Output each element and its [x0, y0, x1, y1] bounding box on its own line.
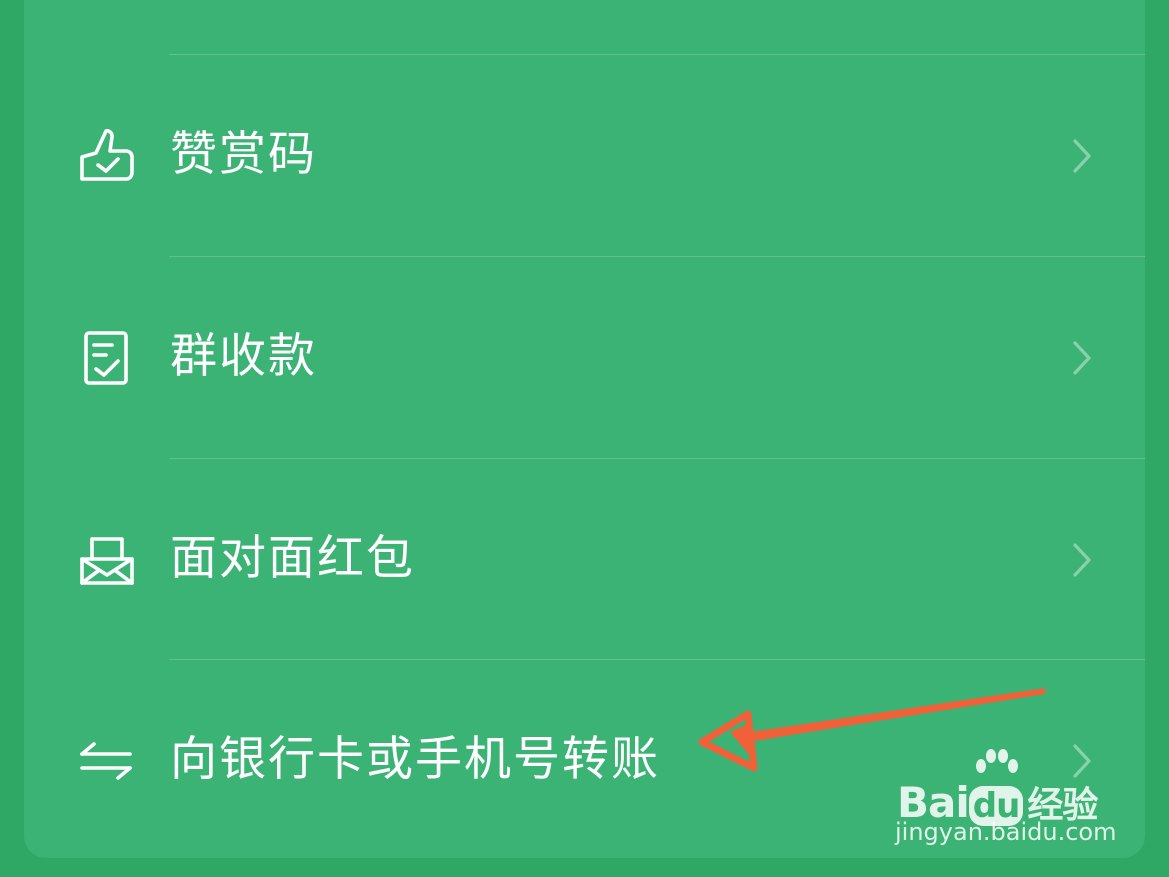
menu-item-label: 面对面红包	[170, 531, 415, 586]
menu-item-label: 赞赏码	[170, 127, 317, 182]
menu-item-face-to-face-red-packet[interactable]: 面对面红包	[24, 459, 1145, 659]
chevron-right-icon	[1071, 339, 1093, 377]
watermark-url: jingyan.baidu.com	[895, 818, 1117, 846]
red-packet-icon	[78, 531, 136, 589]
menu-item-group-collect[interactable]: 群收款	[24, 257, 1145, 457]
thumbs-up-icon	[78, 127, 136, 185]
transfer-arrows-icon	[78, 732, 136, 790]
chevron-right-icon	[1071, 137, 1093, 175]
bill-check-icon	[78, 329, 136, 387]
watermark: Bai du 经验 jingyan.baidu.com	[895, 748, 1117, 858]
paw-logo-icon	[976, 749, 1018, 773]
menu-item-label: 群收款	[170, 329, 317, 384]
chevron-right-icon	[1071, 541, 1093, 579]
menu-item-label: 向银行卡或手机号转账	[170, 732, 660, 787]
screen: 赞赏码 群收款 面对面红包 向银行卡或手机号转账 Bai du 经验 jingy…	[0, 0, 1169, 877]
menu-item-reward-code[interactable]: 赞赏码	[24, 55, 1145, 255]
